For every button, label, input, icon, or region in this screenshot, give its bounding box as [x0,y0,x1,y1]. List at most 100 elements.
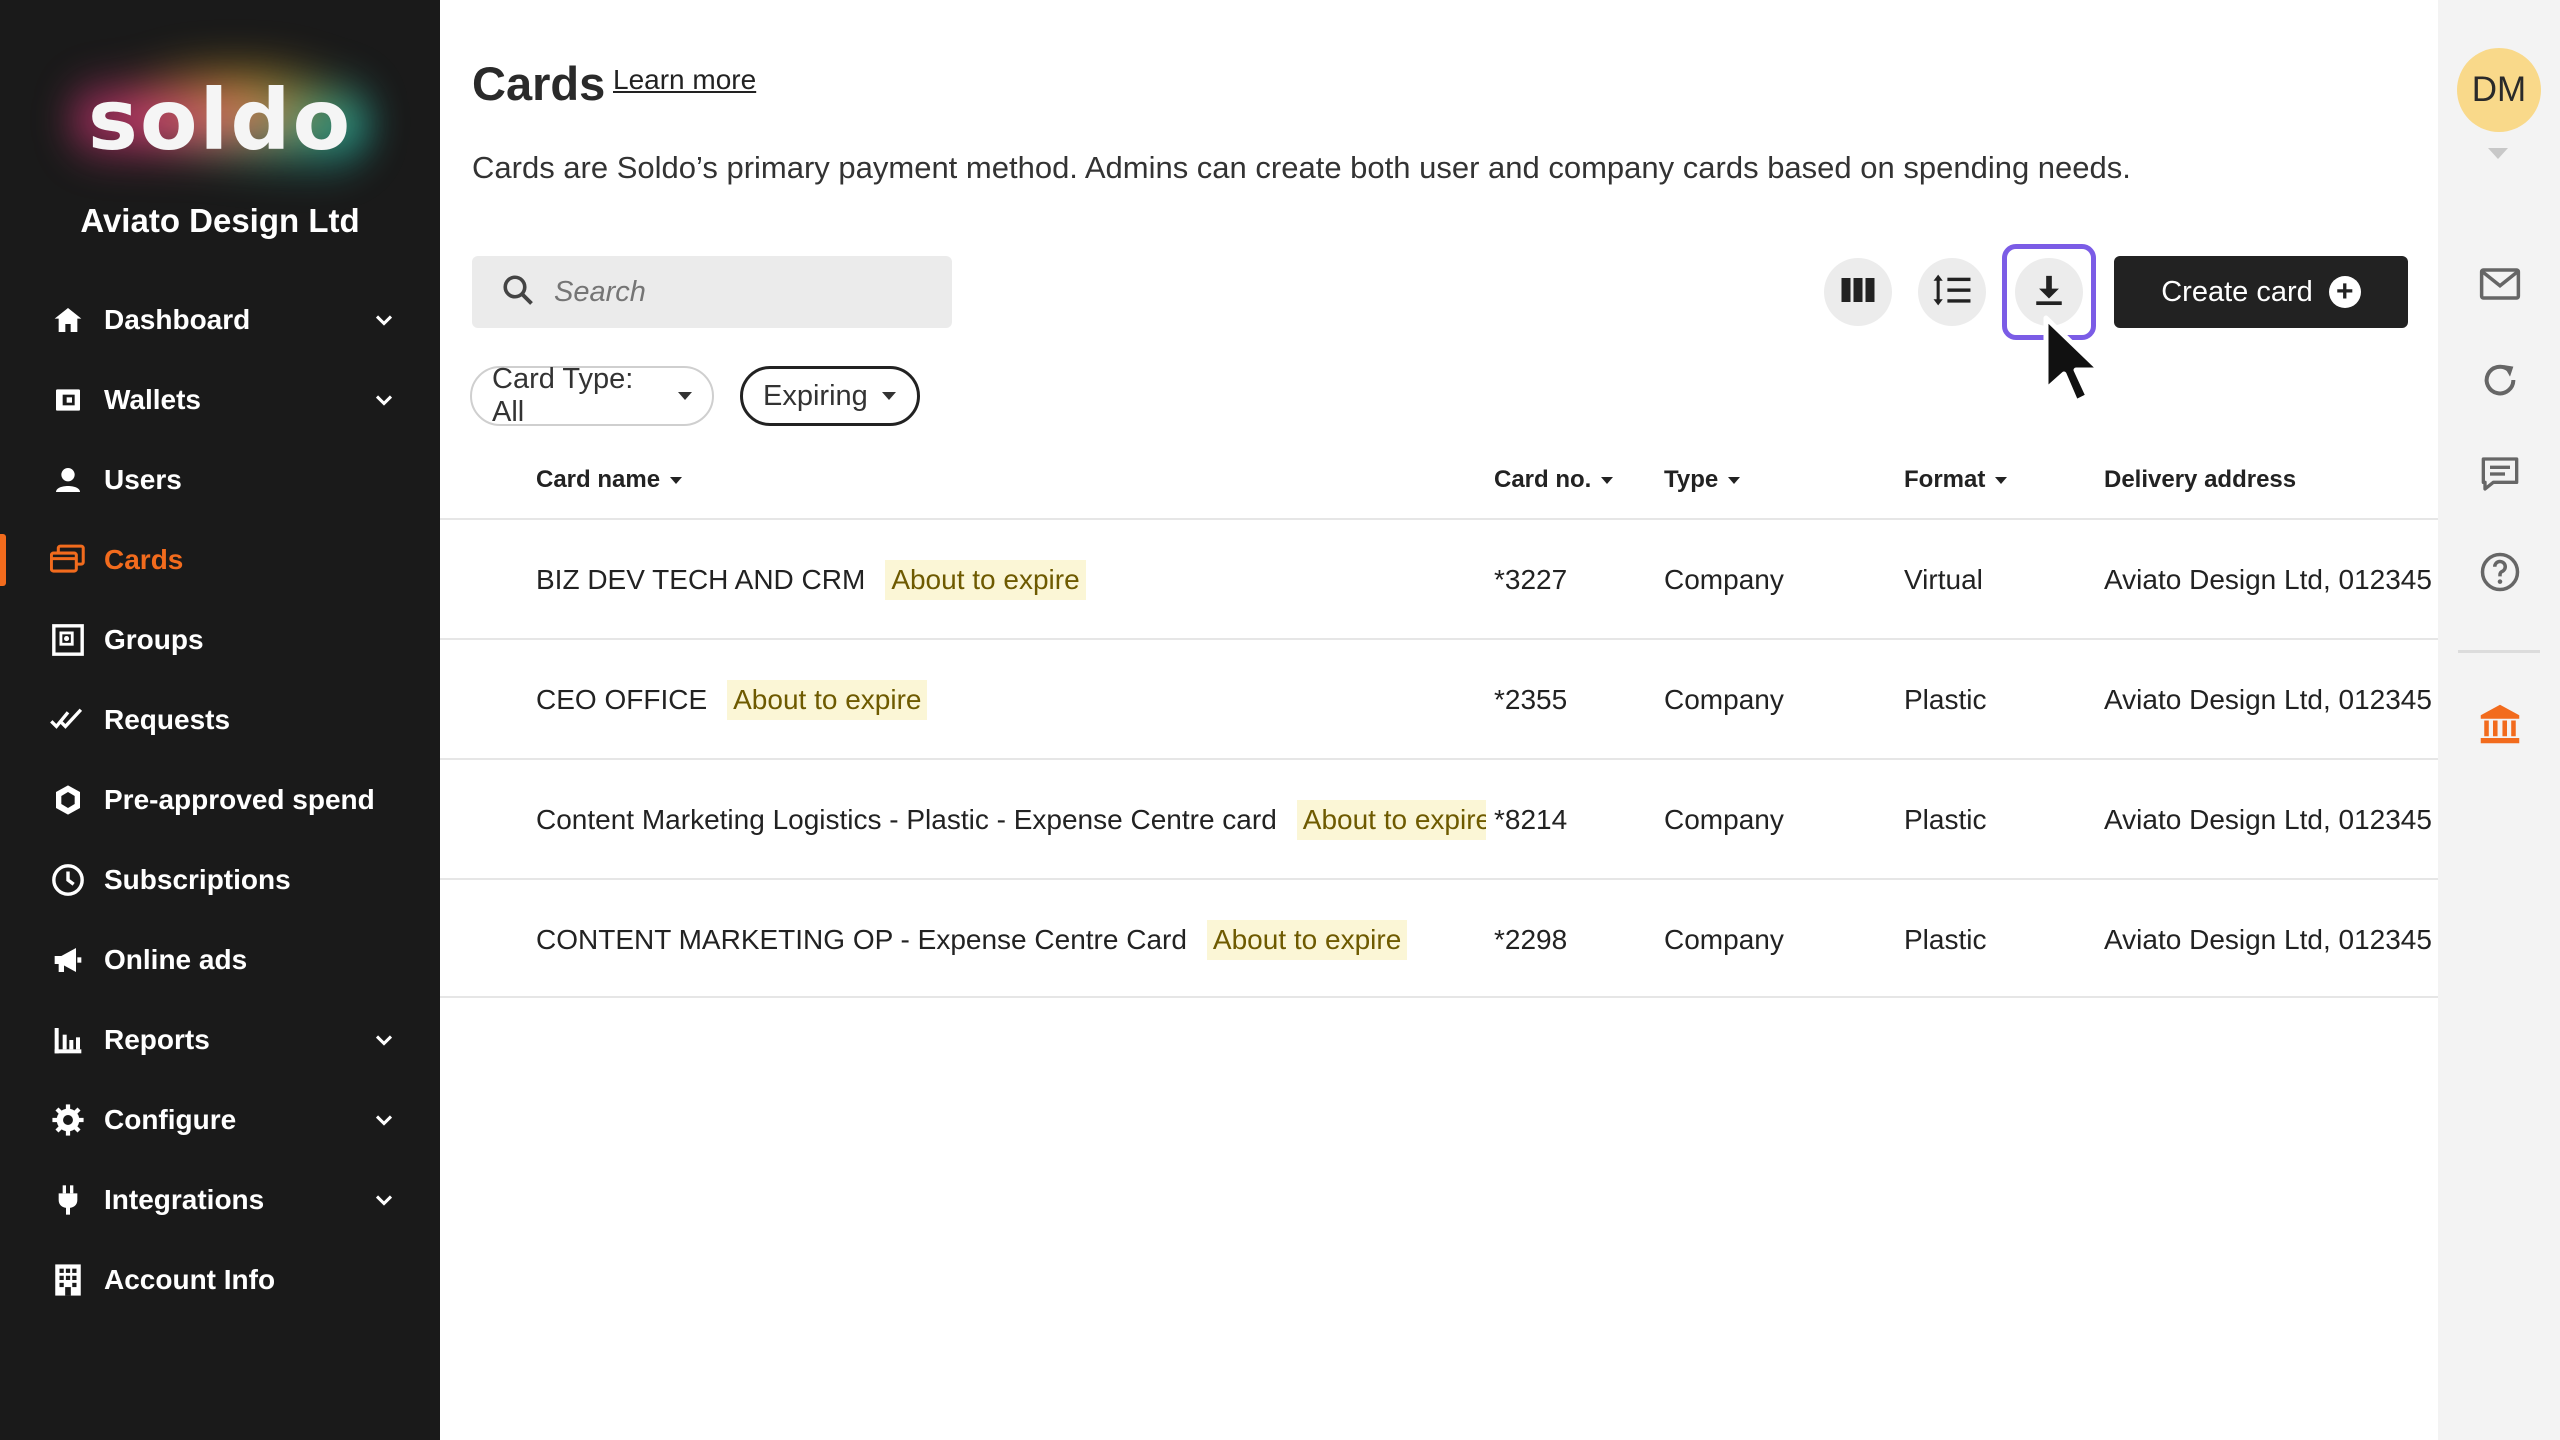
caret-down-icon [881,392,896,400]
expiring-filter-label: Expiring [763,379,868,412]
create-card-button[interactable]: Create card + [2114,256,2408,328]
cards-icon [50,542,86,578]
create-card-label: Create card [2161,275,2313,308]
help-icon[interactable] [2478,550,2522,594]
sidebar-item-label: Requests [104,704,231,735]
delivery-address: Aviato Design Ltd, 012345, [2104,804,2434,835]
megaphone-icon [50,942,86,978]
table-row[interactable]: CEO OFFICE About to expire *2355 Company… [440,638,2438,758]
sidebar-item-label: Cards [104,544,184,575]
gear-icon [50,1102,86,1138]
shield-icon [50,782,86,818]
sidebar-item-users[interactable]: Users [0,440,440,520]
sidebar-item-label: Wallets [104,384,201,415]
table-row[interactable]: Content Marketing Logistics - Plastic - … [440,758,2438,878]
chevron-down-icon [370,1106,398,1139]
delivery-address: Aviato Design Ltd, 012345, [2104,924,2434,955]
right-rail: DM [2438,0,2560,1440]
status-badge: About to expire [1296,800,1486,840]
card-name-cell: Content Marketing Logistics - Plastic - … [536,760,1486,880]
sidebar-item-label: Online ads [104,944,248,975]
sidebar-item-label: Dashboard [104,304,251,335]
card-number: *2298 [1494,924,1568,955]
columns-button[interactable] [1824,258,1892,326]
sidebar: soldo Aviato Design Ltd Dashboard Wallet… [0,0,440,1440]
card-name: CEO OFFICE [536,684,708,715]
table-row[interactable]: BIZ DEV TECH AND CRM About to expire *32… [440,518,2438,638]
table-row[interactable]: CONTENT MARKETING OP - Expense Centre Ca… [440,878,2438,998]
sidebar-item-label: Configure [104,1104,237,1135]
search-box[interactable] [472,256,952,328]
sidebar-item-groups[interactable]: Groups [0,600,440,680]
column-header-format[interactable]: Format [1904,466,2008,494]
column-header-delivery-address: Delivery address [2104,466,2296,494]
download-icon [2032,273,2066,312]
main-content: Cards Learn more Cards are Soldo’s prima… [440,0,2438,1440]
card-type: Company [1664,684,1784,715]
sidebar-item-account-info[interactable]: Account Info [0,1240,440,1320]
sidebar-item-label: Integrations [104,1184,265,1215]
mail-icon[interactable] [2478,262,2522,306]
chevron-down-icon[interactable] [2488,148,2508,159]
chevron-down-icon [370,1026,398,1059]
plug-icon [50,1182,86,1218]
column-header-label: Type [1664,466,1719,493]
caret-down-icon [670,476,683,484]
sidebar-item-dashboard[interactable]: Dashboard [0,280,440,360]
card-type-filter[interactable]: Card Type: All [470,363,714,428]
bar-chart-icon [50,1022,86,1058]
column-header-label: Format [1904,466,1986,493]
sidebar-item-label: Groups [104,624,204,655]
company-name: Aviato Design Ltd [80,202,360,239]
sidebar-item-label: Account Info [104,1264,276,1295]
sidebar-item-configure[interactable]: Configure [0,1080,440,1160]
sidebar-item-cards[interactable]: Cards [0,520,440,600]
delivery-address: Aviato Design Ltd, 012345, [2104,564,2434,595]
requests-icon [50,702,86,738]
soldo-logo: soldo [0,50,440,190]
column-header-card-name[interactable]: Card name [536,466,683,494]
home-icon [50,302,86,338]
column-header-label: Card no. [1494,466,1592,493]
bank-icon[interactable] [2478,702,2522,746]
building-icon [50,1262,86,1298]
card-type: Company [1664,924,1784,955]
chat-icon[interactable] [2478,452,2522,496]
chevron-down-icon [370,306,398,339]
sidebar-item-pre-approved-spend[interactable]: Pre-approved spend [0,760,440,840]
rail-divider [2458,650,2540,653]
expiring-filter[interactable]: Expiring [740,366,920,426]
row-density-button[interactable] [1918,258,1986,326]
status-badge: About to expire [885,560,1086,600]
card-number: *8214 [1494,804,1568,835]
column-header-label: Delivery address [2104,466,2297,493]
card-type: Company [1664,564,1784,595]
card-type-filter-label: Card Type: All [492,363,634,428]
avatar[interactable]: DM [2457,48,2541,132]
refresh-icon[interactable] [2478,358,2522,402]
chevron-down-icon [370,1186,398,1219]
mouse-cursor-icon [2040,314,2120,415]
learn-more-link[interactable]: Learn more [613,64,756,96]
page-title: Cards [472,57,606,110]
status-badge: About to expire [727,680,928,720]
card-number: *3227 [1494,564,1568,595]
status-badge: About to expire [1206,920,1408,960]
sidebar-item-online-ads[interactable]: Online ads [0,920,440,1000]
sidebar-item-subscriptions[interactable]: Subscriptions [0,840,440,920]
sidebar-item-reports[interactable]: Reports [0,1000,440,1080]
card-format: Plastic [1904,684,1987,715]
column-header-type[interactable]: Type [1664,466,1741,494]
card-format: Virtual [1904,564,1983,595]
card-format: Plastic [1904,804,1987,835]
columns-icon [1840,275,1876,310]
card-name: Content Marketing Logistics - Plastic - … [536,804,1277,835]
sidebar-item-integrations[interactable]: Integrations [0,1160,440,1240]
sidebar-item-wallets[interactable]: Wallets [0,360,440,440]
sidebar-item-label: Subscriptions [104,864,291,895]
clock-icon [50,862,86,898]
caret-down-icon [1601,476,1614,484]
sidebar-item-requests[interactable]: Requests [0,680,440,760]
column-header-card-no[interactable]: Card no. [1494,466,1614,494]
search-input[interactable] [554,275,934,309]
